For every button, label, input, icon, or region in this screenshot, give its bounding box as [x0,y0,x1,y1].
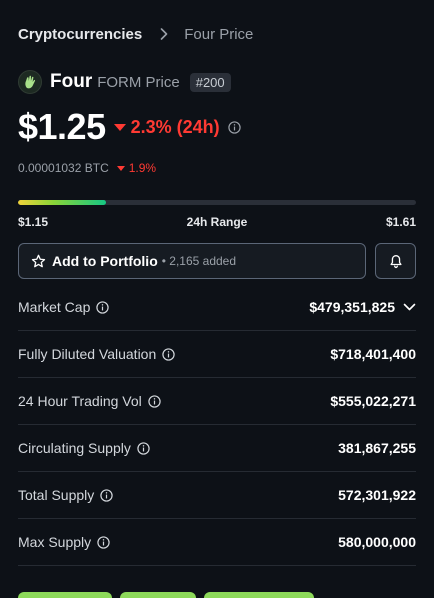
range-high: $1.61 [385,215,416,229]
coin-name: Four [50,71,93,92]
breadcrumb: Cryptocurrencies Four Price [18,0,416,68]
price-row: $1.25 2.3% (24h) [18,102,416,152]
coin-symbol: FORM Price [97,73,180,91]
bottom-button-1[interactable] [18,592,112,598]
stat-value[interactable]: $479,351,825 [309,299,416,315]
info-icon[interactable] [148,394,161,408]
stat-row-circulating-supply: Circulating Supply 381,867,255 [18,425,416,472]
info-icon[interactable] [96,300,110,314]
stat-label: Fully Diluted Valuation [18,346,175,362]
stat-label-text: 24 Hour Trading Vol [18,393,142,409]
stat-label: Total Supply [18,487,113,503]
stat-value-text: $479,351,825 [309,299,395,315]
chevron-right-icon [160,28,168,40]
stats-table: Market Cap $479,351,825 Fully Diluted Va… [18,284,416,566]
stat-row-market-cap: Market Cap $479,351,825 [18,284,416,331]
info-icon[interactable] [97,535,110,549]
stat-label-text: Max Supply [18,534,92,550]
price-alert-button[interactable] [375,243,416,279]
bottom-button-2[interactable] [120,592,196,598]
add-to-portfolio-button[interactable]: Add to Portfolio • 2,165 added [18,243,366,279]
portfolio-added-count: • 2,165 added [161,254,237,268]
stat-value: 580,000,000 [338,534,416,550]
stat-label-text: Fully Diluted Valuation [18,346,157,362]
range-bar [18,200,416,205]
stat-value: 381,867,255 [338,440,416,456]
price-change-text: 2.3% (24h) [130,116,220,137]
price-change: 2.3% (24h) [113,116,220,138]
actions: Add to Portfolio • 2,165 added [18,243,416,279]
range-bar-fill [18,200,106,205]
stat-value: 572,301,922 [338,487,416,503]
stat-row-max-supply: Max Supply 580,000,000 [18,519,416,566]
info-icon[interactable] [137,441,150,455]
stat-value: $555,022,271 [330,393,416,409]
stat-label-text: Circulating Supply [18,440,131,456]
stat-row-total-supply: Total Supply 572,301,922 [18,472,416,519]
stat-label: Circulating Supply [18,440,150,456]
btc-change: 1.9% [116,161,157,175]
stat-label: Max Supply [18,534,110,550]
btc-change-text: 1.9% [128,161,157,175]
info-icon[interactable] [162,347,175,361]
range-label: 24h Range [186,215,248,229]
chevron-down-icon[interactable] [403,303,416,311]
coin-header: Four FORM Price #200 [18,68,416,96]
stat-row-24h-trading-vol: 24 Hour Trading Vol $555,022,271 [18,378,416,425]
info-icon[interactable] [100,488,113,502]
coin-logo-icon [18,70,42,94]
range-labels: $1.15 24h Range $1.61 [18,215,416,229]
stat-label-text: Market Cap [18,299,91,315]
price-value: $1.25 [18,106,106,147]
page: Cryptocurrencies Four Price Four FORM Pr… [0,0,434,566]
rank-badge: #200 [189,72,231,92]
bottom-button-3[interactable] [204,592,314,598]
breadcrumb-current: Four Price [184,25,254,43]
caret-down-icon [113,123,126,131]
range-low: $1.15 [18,215,49,229]
stat-value: $718,401,400 [330,346,416,362]
bottom-action-buttons [18,592,314,598]
btc-price-row: 0.00001032 BTC 1.9% [18,160,416,176]
stat-label: Market Cap [18,299,110,315]
star-icon [31,254,46,269]
add-to-portfolio-label: Add to Portfolio [52,253,158,269]
stat-label: 24 Hour Trading Vol [18,393,161,409]
info-icon[interactable] [227,120,241,134]
bell-icon [389,254,403,269]
breadcrumb-cryptocurrencies[interactable]: Cryptocurrencies [18,26,142,43]
stat-row-fully-diluted-valuation: Fully Diluted Valuation $718,401,400 [18,331,416,378]
btc-price: 0.00001032 BTC [18,161,109,175]
stat-label-text: Total Supply [18,487,95,503]
caret-down-icon [116,165,125,171]
